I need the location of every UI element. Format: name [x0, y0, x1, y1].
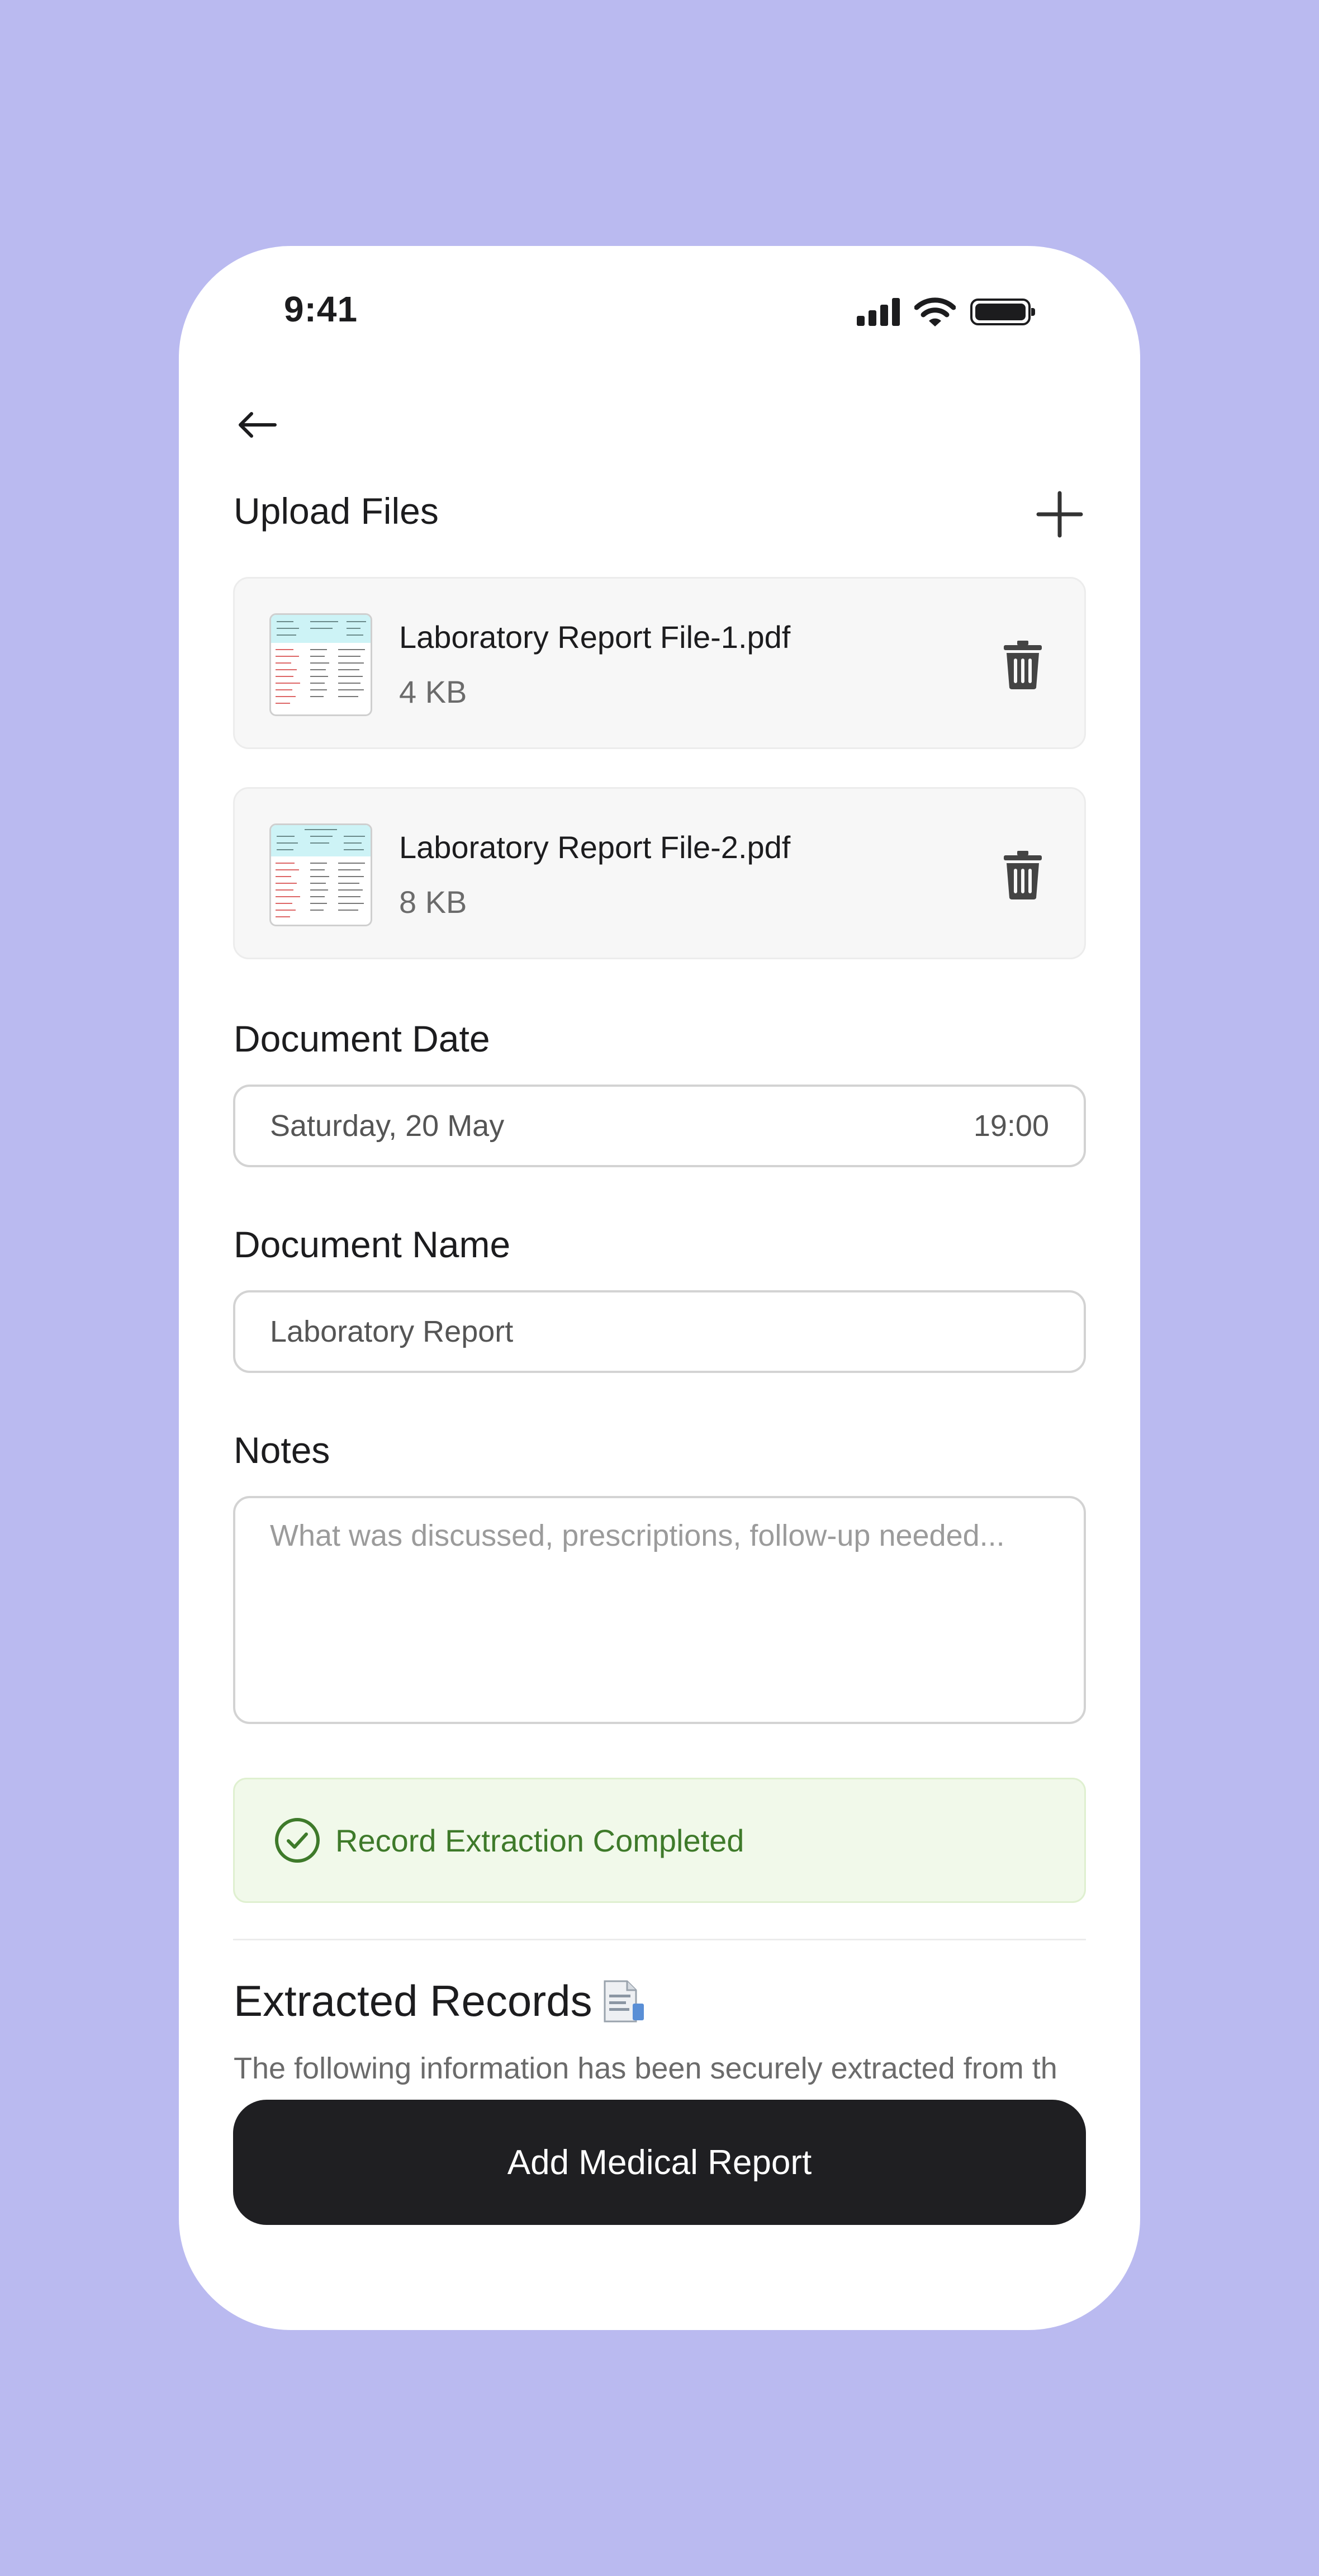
notes-placeholder: What was discussed, prescriptions, follo…: [270, 1519, 1005, 1552]
divider: [233, 1939, 1086, 1940]
extraction-status-banner: Record Extraction Completed: [233, 1778, 1086, 1903]
arrow-left-icon: [239, 412, 277, 438]
check-circle-icon: [275, 1818, 320, 1863]
document-emoji-icon: [604, 1980, 644, 2022]
delete-file-button[interactable]: [995, 847, 1051, 903]
status-icons: [857, 296, 1035, 328]
document-date-label: Document Date: [234, 1018, 490, 1059]
back-button[interactable]: [235, 402, 279, 447]
extracted-records-heading: Extracted Records: [234, 1976, 646, 2026]
file-size: 4 KB: [399, 674, 467, 709]
file-size: 8 KB: [399, 884, 467, 920]
date-value: Saturday, 20 May: [270, 1109, 505, 1143]
document-name-input[interactable]: Laboratory Report: [233, 1290, 1086, 1373]
file-name: Laboratory Report File-2.pdf: [399, 830, 791, 865]
document-name-label: Document Name: [234, 1224, 511, 1265]
file-card: Laboratory Report File-2.pdf 8 KB: [233, 787, 1086, 959]
battery-icon: [970, 299, 1035, 325]
extracted-records-description: The following information has been secur…: [234, 2052, 1057, 2085]
pdf-thumbnail: [269, 613, 372, 716]
delete-file-button[interactable]: [995, 637, 1051, 693]
notes-textarea[interactable]: What was discussed, prescriptions, follo…: [233, 1496, 1086, 1724]
wifi-icon: [914, 297, 956, 326]
add-file-button[interactable]: [1032, 486, 1088, 542]
notes-label: Notes: [234, 1429, 330, 1471]
add-medical-report-button[interactable]: Add Medical Report: [233, 2100, 1086, 2225]
document-name-value: Laboratory Report: [270, 1315, 514, 1348]
file-name: Laboratory Report File-1.pdf: [399, 619, 791, 655]
trash-icon: [1004, 851, 1042, 899]
time-value: 19:00: [973, 1109, 1049, 1143]
plus-icon: [1036, 491, 1083, 538]
pdf-thumbnail: [269, 823, 372, 926]
extracted-records-title: Extracted Records: [234, 1976, 592, 2025]
extraction-status-text: Record Extraction Completed: [335, 1822, 744, 1858]
trash-icon: [1004, 641, 1042, 689]
document-date-field[interactable]: Saturday, 20 May 19:00: [233, 1085, 1086, 1167]
phone-screen: 9:41 Upload Files Laboratory Report File…: [179, 246, 1140, 2330]
signal-icon: [857, 298, 900, 326]
file-card: Laboratory Report File-1.pdf 4 KB: [233, 577, 1086, 749]
status-time: 9:41: [284, 289, 358, 329]
upload-files-title: Upload Files: [234, 490, 439, 532]
